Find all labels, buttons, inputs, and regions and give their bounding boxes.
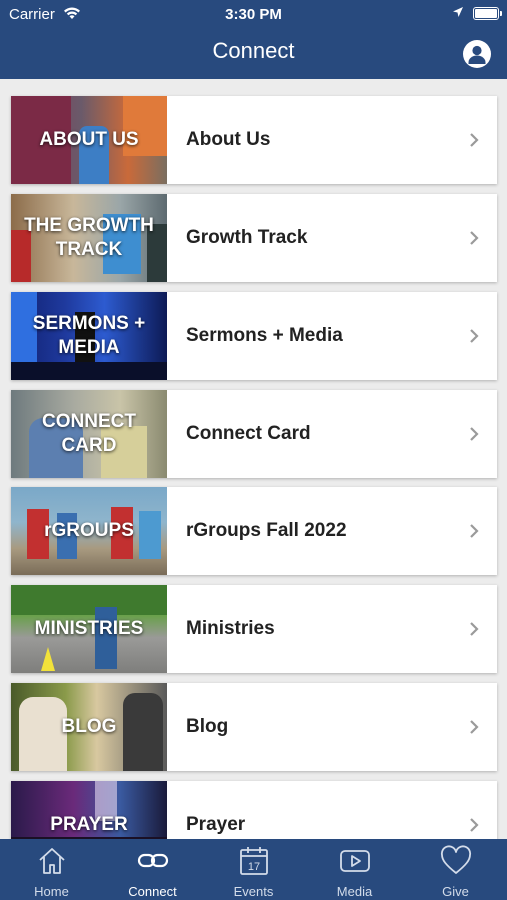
profile-icon[interactable] [463, 40, 491, 68]
chevron-right-icon [470, 329, 479, 343]
item-label: Blog [186, 716, 229, 737]
calendar-day: 17 [248, 861, 260, 873]
tab-media[interactable]: Media [304, 839, 405, 900]
blog-thumbnail: BLOG [11, 683, 167, 771]
tab-label: Connect [128, 884, 177, 899]
thumb-caption: THE GROWTH TRACK [24, 215, 154, 260]
tab-events[interactable]: 17 Events [203, 839, 304, 900]
item-label: Ministries [186, 618, 275, 639]
heart-icon [440, 845, 472, 874]
thumb-caption: SERMONS + MEDIA [32, 313, 146, 358]
item-label: Prayer [186, 814, 246, 835]
growth-track-thumbnail: THE GROWTH TRACK [11, 194, 167, 282]
play-icon [340, 850, 370, 872]
tab-give[interactable]: Give [405, 839, 506, 900]
sermons-media-thumbnail: SERMONS + MEDIA [11, 292, 167, 380]
chevron-right-icon [470, 622, 479, 636]
ministries-thumbnail: MINISTRIES [11, 585, 167, 673]
status-bar: Carrier 3:30 PM [0, 0, 507, 28]
chevron-right-icon [470, 133, 479, 147]
home-icon [39, 848, 65, 874]
chevron-right-icon [470, 427, 479, 441]
tab-label: Home [34, 884, 69, 899]
item-label: Growth Track [186, 227, 308, 248]
item-label: Connect Card [186, 423, 311, 444]
thumb-caption: rGROUPS [44, 520, 134, 541]
list-item-growth-track[interactable]: THE GROWTH TRACK Growth Track [11, 194, 497, 282]
tab-label: Events [233, 884, 274, 899]
item-label: rGroups Fall 2022 [186, 520, 347, 541]
list-item-rgroups[interactable]: rGROUPS rGroups Fall 2022 [11, 487, 497, 575]
tab-label: Give [442, 884, 469, 899]
battery-icon [473, 7, 502, 20]
chevron-right-icon [470, 720, 479, 734]
connect-list: ABOUT US About Us THE GROWTH TRACK Growt… [0, 79, 507, 839]
calendar-icon: 17 [240, 847, 268, 875]
thumb-caption: BLOG [61, 716, 117, 737]
tab-bar: Home Connect 17 Events Media Give [0, 839, 507, 900]
list-item-about-us[interactable]: ABOUT US About Us [11, 96, 497, 184]
tab-home[interactable]: Home [1, 839, 102, 900]
list-item-sermons-media[interactable]: SERMONS + MEDIA Sermons + Media [11, 292, 497, 380]
chevron-right-icon [470, 231, 479, 245]
tab-connect[interactable]: Connect [102, 839, 203, 900]
location-arrow-icon [452, 6, 464, 23]
page-title: Connect [212, 38, 295, 63]
thumb-caption: ABOUT US [39, 129, 139, 150]
top-bar: Carrier 3:30 PM Connect [0, 0, 507, 79]
item-label: About Us [186, 129, 271, 150]
about-us-thumbnail: ABOUT US [11, 96, 167, 184]
link-icon [137, 853, 169, 868]
list-item-ministries[interactable]: MINISTRIES Ministries [11, 585, 497, 673]
item-label: Sermons + Media [186, 325, 343, 346]
chevron-right-icon [470, 524, 479, 538]
list-item-connect-card[interactable]: CONNECT CARD Connect Card [11, 390, 497, 478]
thumb-caption: CONNECT CARD [42, 411, 136, 456]
list-item-prayer[interactable]: PRAYER Prayer [11, 781, 497, 839]
thumb-caption: PRAYER [50, 814, 128, 835]
thumb-caption: MINISTRIES [34, 618, 144, 639]
status-time: 3:30 PM [225, 6, 282, 23]
tab-label: Media [336, 884, 373, 899]
list-item-blog[interactable]: BLOG Blog [11, 683, 497, 771]
connect-card-thumbnail: CONNECT CARD [11, 390, 167, 478]
rgroups-thumbnail: rGROUPS [11, 487, 167, 575]
prayer-thumbnail: PRAYER [11, 781, 167, 839]
chevron-right-icon [470, 818, 479, 832]
